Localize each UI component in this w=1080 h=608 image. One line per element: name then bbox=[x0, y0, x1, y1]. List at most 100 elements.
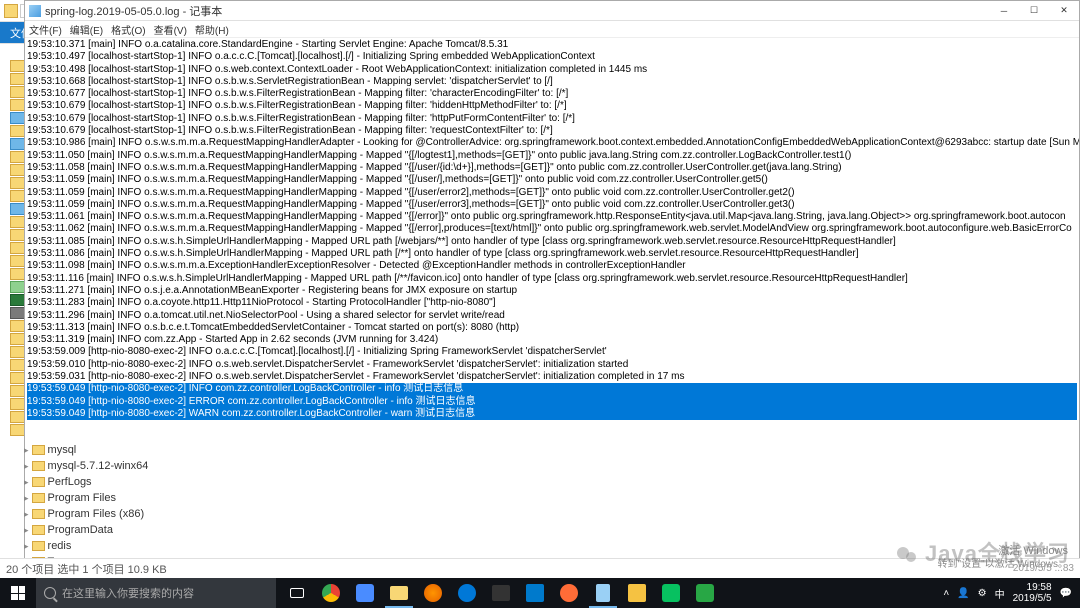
log-line[interactable]: 19:53:11.059 [main] INFO o.s.w.s.m.m.a.R… bbox=[27, 187, 1077, 199]
app-edge[interactable] bbox=[450, 578, 484, 608]
tray-people-icon[interactable]: 👤 bbox=[957, 588, 969, 599]
start-button[interactable] bbox=[0, 578, 36, 608]
tree-item[interactable]: ▸mysql bbox=[12, 442, 162, 458]
log-line[interactable]: 19:53:11.062 [main] INFO o.s.w.s.m.m.a.R… bbox=[27, 223, 1077, 235]
folder-icon[interactable] bbox=[10, 177, 25, 189]
menu-format[interactable]: 格式(O) bbox=[111, 22, 145, 37]
log-line[interactable]: 19:53:11.058 [main] INFO o.s.w.s.m.m.a.R… bbox=[27, 162, 1077, 174]
taskbar-search[interactable]: 在这里输入你要搜索的内容 bbox=[36, 578, 276, 608]
log-line[interactable]: 19:53:59.031 [http-nio-8080-exec-2] INFO… bbox=[27, 371, 1077, 383]
log-line[interactable]: 19:53:10.668 [localhost-startStop-1] INF… bbox=[27, 76, 1077, 88]
folder-icon[interactable] bbox=[10, 73, 25, 85]
log-line-selected[interactable]: 19:53:59.049 [http-nio-8080-exec-2] ERRO… bbox=[27, 396, 1077, 408]
tree-item[interactable]: ▸ProgramData bbox=[12, 522, 162, 538]
log-line[interactable]: 19:53:10.986 [main] INFO o.s.w.s.m.m.a.R… bbox=[27, 137, 1077, 149]
folder-icon[interactable] bbox=[10, 385, 25, 397]
system-tray[interactable]: ˄ 👤 ⚙ 中 19:58 2019/5/5 💬 bbox=[943, 582, 1080, 604]
tray-chevron-icon[interactable]: ˄ bbox=[943, 588, 949, 599]
maximize-button[interactable]: ☐ bbox=[1019, 2, 1049, 20]
tree-item[interactable]: ▸redis bbox=[12, 538, 162, 554]
menu-edit[interactable]: 编辑(E) bbox=[70, 22, 103, 37]
log-line[interactable]: 19:53:10.677 [localhost-startStop-1] INF… bbox=[27, 88, 1077, 100]
tree-item[interactable]: ▸Program Files (x86) bbox=[12, 506, 162, 522]
app-unknown[interactable] bbox=[688, 578, 722, 608]
folder-icon[interactable] bbox=[10, 203, 25, 215]
folder-icon[interactable] bbox=[10, 307, 25, 319]
folder-icon[interactable] bbox=[10, 216, 25, 228]
log-line[interactable]: 19:53:10.679 [localhost-startStop-1] INF… bbox=[27, 100, 1077, 112]
log-line[interactable]: 19:53:11.313 [main] INFO o.s.b.c.e.t.Tom… bbox=[27, 322, 1077, 334]
taskbar-clock[interactable]: 19:58 2019/5/5 bbox=[1013, 582, 1052, 604]
folder-icon[interactable] bbox=[10, 411, 25, 423]
folder-icon[interactable] bbox=[10, 372, 25, 384]
app-vscode[interactable] bbox=[518, 578, 552, 608]
notification-icon[interactable]: 💬 bbox=[1060, 588, 1072, 599]
folder-icon[interactable] bbox=[10, 125, 25, 137]
folder-icon[interactable] bbox=[10, 424, 25, 436]
tree-item[interactable]: ▸Program Files bbox=[12, 490, 162, 506]
folder-icon[interactable] bbox=[10, 229, 25, 241]
tree-item[interactable]: ▸mysql-5.7.12-winx64 bbox=[12, 458, 162, 474]
menu-help[interactable]: 帮助(H) bbox=[195, 22, 229, 37]
log-line[interactable]: 19:53:10.498 [localhost-startStop-1] INF… bbox=[27, 64, 1077, 76]
close-button[interactable]: ✕ bbox=[1049, 2, 1079, 20]
log-line-selected[interactable]: 19:53:59.049 [http-nio-8080-exec-2] INFO… bbox=[27, 383, 1077, 395]
app-chrome[interactable] bbox=[314, 578, 348, 608]
log-line[interactable]: 19:53:11.116 [main] INFO o.s.w.s.h.Simpl… bbox=[27, 273, 1077, 285]
folder-icon[interactable] bbox=[10, 112, 25, 124]
app-wechat[interactable] bbox=[654, 578, 688, 608]
tree-item[interactable]: ▸PerfLogs bbox=[12, 474, 162, 490]
folder-icon[interactable] bbox=[10, 138, 25, 150]
log-line[interactable]: 19:53:11.086 [main] INFO o.s.w.s.h.Simpl… bbox=[27, 248, 1077, 260]
notepad-text-area[interactable]: 19:53:10.371 [main] INFO o.a.catalina.co… bbox=[25, 38, 1079, 607]
task-view-button[interactable] bbox=[280, 578, 314, 608]
app-notepad[interactable] bbox=[586, 578, 620, 608]
notepad-titlebar[interactable]: spring-log.2019-05-05.0.log - 记事本 ─ ☐ ✕ bbox=[25, 1, 1079, 21]
log-line[interactable]: 19:53:11.061 [main] INFO o.s.w.s.m.m.a.R… bbox=[27, 211, 1077, 223]
log-line[interactable]: 19:53:11.319 [main] INFO com.zz.App - St… bbox=[27, 334, 1077, 346]
menu-view[interactable]: 查看(V) bbox=[154, 22, 187, 37]
folder-icon[interactable] bbox=[10, 281, 25, 293]
app-navicat[interactable] bbox=[620, 578, 654, 608]
log-line[interactable]: 19:53:11.059 [main] INFO o.s.w.s.m.m.a.R… bbox=[27, 174, 1077, 186]
log-line[interactable]: 19:53:59.010 [http-nio-8080-exec-2] INFO… bbox=[27, 359, 1077, 371]
app-zoom[interactable] bbox=[348, 578, 382, 608]
folder-icon[interactable] bbox=[10, 190, 25, 202]
log-line[interactable]: 19:53:11.098 [main] INFO o.s.w.s.m.m.a.E… bbox=[27, 260, 1077, 272]
folder-icon[interactable] bbox=[10, 242, 25, 254]
log-line[interactable]: 19:53:59.009 [http-nio-8080-exec-2] INFO… bbox=[27, 346, 1077, 358]
folder-icon[interactable] bbox=[10, 320, 25, 332]
log-line[interactable]: 19:53:10.679 [localhost-startStop-1] INF… bbox=[27, 125, 1077, 137]
log-line[interactable]: 19:53:10.371 [main] INFO o.a.catalina.co… bbox=[27, 39, 1077, 51]
notepad-title-text: spring-log.2019-05-05.0.log - 记事本 bbox=[45, 3, 222, 19]
folder-icon[interactable] bbox=[10, 359, 25, 371]
log-line[interactable]: 19:53:10.497 [localhost-startStop-1] INF… bbox=[27, 51, 1077, 63]
app-explorer[interactable] bbox=[382, 578, 416, 608]
log-line[interactable]: 19:53:11.271 [main] INFO o.s.j.e.a.Annot… bbox=[27, 285, 1077, 297]
folder-icon[interactable] bbox=[10, 60, 25, 72]
folder-icon[interactable] bbox=[10, 268, 25, 280]
log-line[interactable]: 19:53:11.283 [main] INFO o.a.coyote.http… bbox=[27, 297, 1077, 309]
menu-file[interactable]: 文件(F) bbox=[29, 22, 62, 37]
log-line[interactable]: 19:53:11.085 [main] INFO o.s.w.s.h.Simpl… bbox=[27, 236, 1077, 248]
tray-ime-icon[interactable]: 中 bbox=[995, 586, 1005, 601]
app-firefox[interactable] bbox=[416, 578, 450, 608]
app-terminal[interactable] bbox=[484, 578, 518, 608]
folder-icon[interactable] bbox=[10, 86, 25, 98]
minimize-button[interactable]: ─ bbox=[989, 2, 1019, 20]
folder-icon[interactable] bbox=[10, 398, 25, 410]
tray-network-icon[interactable]: ⚙ bbox=[978, 588, 987, 599]
folder-icon[interactable] bbox=[10, 99, 25, 111]
folder-icon[interactable] bbox=[10, 333, 25, 345]
log-line[interactable]: 19:53:11.059 [main] INFO o.s.w.s.m.m.a.R… bbox=[27, 199, 1077, 211]
folder-icon[interactable] bbox=[10, 164, 25, 176]
app-postman[interactable] bbox=[552, 578, 586, 608]
log-line[interactable]: 19:53:11.296 [main] INFO o.a.tomcat.util… bbox=[27, 310, 1077, 322]
folder-icon[interactable] bbox=[10, 346, 25, 358]
music-icon[interactable] bbox=[10, 294, 25, 306]
log-line[interactable]: 19:53:11.050 [main] INFO o.s.w.s.m.m.a.R… bbox=[27, 150, 1077, 162]
folder-icon[interactable] bbox=[10, 255, 25, 267]
folder-icon[interactable] bbox=[10, 151, 25, 163]
log-line[interactable]: 19:53:10.679 [localhost-startStop-1] INF… bbox=[27, 113, 1077, 125]
log-line-selected[interactable]: 19:53:59.049 [http-nio-8080-exec-2] WARN… bbox=[27, 408, 1077, 420]
